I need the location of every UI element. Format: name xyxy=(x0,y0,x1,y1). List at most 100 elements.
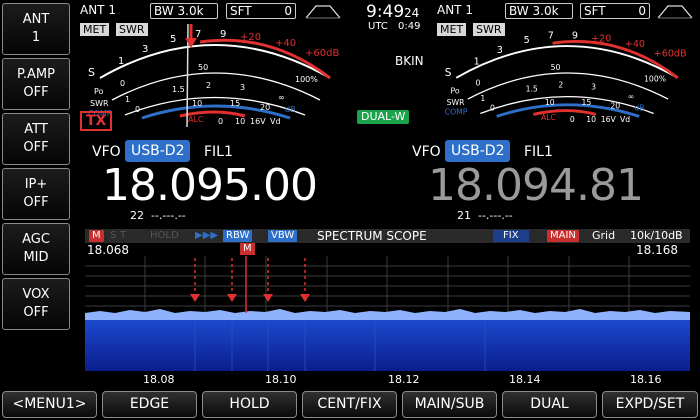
grid-label: Grid xyxy=(592,229,616,242)
main-tag[interactable]: MAIN xyxy=(547,230,579,242)
spectrum-scope[interactable] xyxy=(85,256,690,371)
edge-button[interactable]: EDGE xyxy=(102,391,197,418)
svg-text:dB: dB xyxy=(634,104,644,113)
svg-text:1.5: 1.5 xyxy=(526,84,538,93)
main-sub-button[interactable]: MAIN/SUB xyxy=(402,391,497,418)
sub-vfo-label: VFO xyxy=(412,144,441,160)
sub-frequency[interactable]: 18.094.81 xyxy=(428,164,644,208)
svg-text:+60dB: +60dB xyxy=(305,48,339,59)
ant-button[interactable]: ANT 1 xyxy=(2,3,70,55)
scope-marker: M xyxy=(240,243,255,255)
sub-bw-box[interactable]: BW 3.0k xyxy=(505,3,573,19)
sub-meter: S 1 3 5 7 9 +20 +40 +60dB Po 0 50 100% S… xyxy=(445,30,687,124)
svg-text:Vd: Vd xyxy=(620,115,630,124)
sub-filter-shape-icon xyxy=(657,5,693,19)
scope-m-tag[interactable]: M xyxy=(89,230,104,242)
main-fil-label: FIL1 xyxy=(204,144,233,160)
svg-text:7: 7 xyxy=(548,30,554,41)
hold-button[interactable]: HOLD xyxy=(202,391,297,418)
menu-button[interactable]: <MENU1> xyxy=(2,391,97,418)
svg-text:3: 3 xyxy=(142,44,148,55)
main-vfo-label: VFO xyxy=(92,144,121,160)
expd-set-button[interactable]: EXPD/SET xyxy=(602,391,698,418)
vox-button[interactable]: VOX OFF xyxy=(2,278,70,330)
svg-text:16V: 16V xyxy=(601,115,617,124)
svg-text:ALC: ALC xyxy=(541,113,556,122)
svg-text:20: 20 xyxy=(260,103,270,112)
svg-text:10: 10 xyxy=(586,115,596,124)
svg-text:10: 10 xyxy=(235,117,245,126)
svg-text:1.5: 1.5 xyxy=(172,85,185,94)
svg-text:3: 3 xyxy=(240,83,245,92)
svg-text:2: 2 xyxy=(558,80,563,89)
svg-text:1: 1 xyxy=(125,95,130,104)
svg-text:0: 0 xyxy=(490,104,495,113)
dual-button[interactable]: DUAL xyxy=(502,391,597,418)
svg-text:50: 50 xyxy=(551,63,561,72)
agc-button[interactable]: AGC MID xyxy=(2,223,70,275)
svg-text:COMP: COMP xyxy=(445,107,468,116)
main-filter-shape-icon xyxy=(305,5,341,19)
vbw-button[interactable]: VBW xyxy=(268,230,298,242)
sub-mode-button[interactable]: USB-D2 xyxy=(445,140,511,162)
svg-text:∞: ∞ xyxy=(628,92,634,101)
scope-left-freq: 18.068 xyxy=(87,243,129,257)
svg-text:+20: +20 xyxy=(591,33,611,44)
svg-text:Po: Po xyxy=(450,86,459,95)
svg-text:Vd: Vd xyxy=(270,117,281,126)
svg-text:0: 0 xyxy=(135,105,140,114)
sub-fil-label: FIL1 xyxy=(524,144,553,160)
svg-text:5: 5 xyxy=(170,34,176,45)
span-label: 10k/10dB xyxy=(630,229,683,242)
clock-time: 9:49 xyxy=(366,2,405,22)
svg-text:SWR: SWR xyxy=(447,98,465,107)
svg-text:2: 2 xyxy=(206,81,211,90)
sub-sft-box[interactable]: SFT 0 xyxy=(580,3,650,19)
svg-text:+40: +40 xyxy=(275,38,296,49)
scope-arrows-icon: ▶▶▶ xyxy=(195,230,219,241)
preamp-button[interactable]: P.AMP OFF xyxy=(2,58,70,110)
utc-time: 0:49 xyxy=(398,21,421,32)
svg-text:20: 20 xyxy=(610,102,620,111)
main-sft-box[interactable]: SFT 0 xyxy=(226,3,296,19)
svg-text:1: 1 xyxy=(480,94,485,103)
att-button[interactable]: ATT OFF xyxy=(2,113,70,165)
svg-text:10: 10 xyxy=(545,98,555,107)
s-label: S xyxy=(88,66,95,79)
main-bw-box[interactable]: BW 3.0k xyxy=(150,3,218,19)
svg-text:1: 1 xyxy=(118,56,124,67)
fix-tag[interactable]: FIX xyxy=(493,230,529,242)
svg-text:100%: 100% xyxy=(644,75,666,84)
svg-text:15: 15 xyxy=(230,99,240,108)
svg-text:7: 7 xyxy=(195,29,201,40)
svg-text:16V: 16V xyxy=(250,117,266,126)
rbw-button[interactable]: RBW xyxy=(223,230,253,242)
svg-text:3: 3 xyxy=(591,82,596,91)
svg-text:0: 0 xyxy=(570,115,575,124)
cent-fix-button[interactable]: CENT/FIX xyxy=(302,391,397,418)
svg-text:+40: +40 xyxy=(625,39,645,50)
svg-text:10: 10 xyxy=(192,99,202,108)
svg-text:0: 0 xyxy=(120,79,125,88)
svg-text:9: 9 xyxy=(572,30,578,41)
svg-text:dB: dB xyxy=(285,105,296,114)
bkin-label: BKIN xyxy=(395,54,424,68)
sub-sub-info: 21 --.---.-- xyxy=(457,209,513,222)
tx-indicator: TX xyxy=(80,111,113,131)
scope-header: M S T HOLD ▶▶▶ RBW VBW SPECTRUM SCOPE FI… xyxy=(85,229,690,243)
main-mode-button[interactable]: USB-D2 xyxy=(125,140,191,162)
svg-text:5: 5 xyxy=(524,35,530,46)
utc-label: UTC xyxy=(368,21,388,32)
ipplus-button[interactable]: IP+ OFF xyxy=(2,168,70,220)
main-frequency[interactable]: 18.095.00 xyxy=(102,164,318,208)
scope-right-freq: 18.168 xyxy=(636,243,678,257)
svg-text:50: 50 xyxy=(198,63,208,72)
main-sub-info: 22 --.---.-- xyxy=(130,209,186,222)
main-ant-label: ANT 1 xyxy=(80,3,116,17)
dualw-indicator: DUAL-W xyxy=(357,110,410,124)
svg-text:9: 9 xyxy=(220,29,226,40)
svg-text:S: S xyxy=(445,67,452,79)
sub-ant-label: ANT 1 xyxy=(437,3,473,17)
svg-text:∞: ∞ xyxy=(278,93,285,102)
svg-text:0: 0 xyxy=(476,79,481,88)
